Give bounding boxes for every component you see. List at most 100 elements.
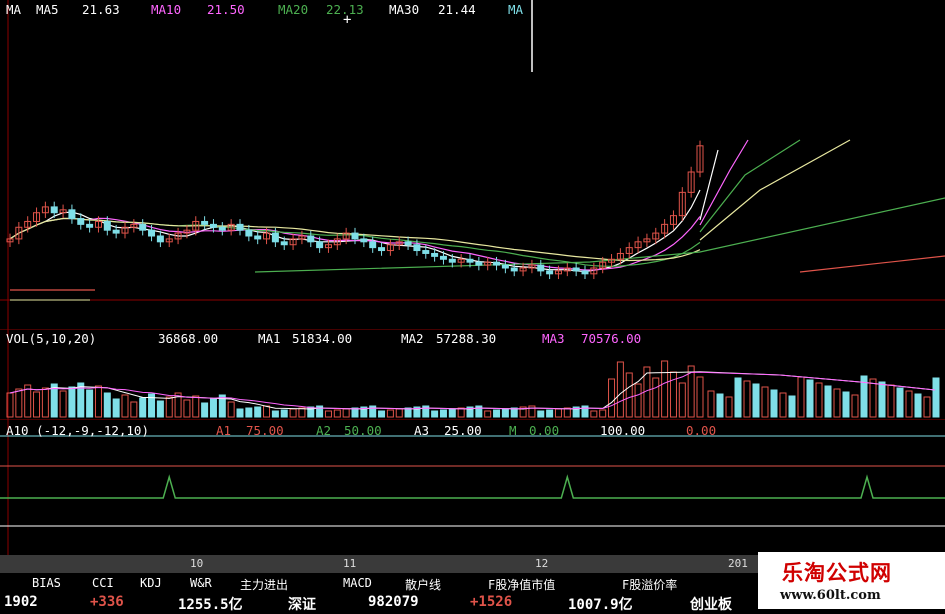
volume-bar [842, 391, 850, 418]
volume-bar [806, 379, 814, 418]
m-value: 0.00 [529, 423, 560, 438]
candle-body [236, 223, 244, 231]
volume-bar [833, 388, 841, 418]
candle-body [209, 223, 217, 228]
candle-body [280, 241, 288, 246]
level-0: 0.00 [686, 423, 717, 438]
volume-bar [103, 392, 111, 418]
candle-body [139, 223, 147, 231]
candle-body [413, 244, 421, 252]
ma30-ext [699, 139, 851, 241]
volume-bar [716, 393, 724, 418]
volume-bar [121, 394, 129, 418]
volume-bar [770, 389, 778, 418]
candle-body [351, 232, 359, 240]
volume-bar [209, 398, 217, 418]
ma-label: MA [6, 2, 22, 17]
volume-bar [156, 400, 164, 418]
volume-bar [824, 385, 832, 418]
price-chart[interactable]: + [0, 0, 945, 330]
vol-title: VOL(5,10,20) [6, 331, 97, 346]
ma10-label: MA10 [151, 2, 182, 17]
tab-f-premium[interactable]: F股溢价率 [622, 576, 677, 593]
status-sh-index: 1902 [4, 594, 38, 610]
tab-f-nav[interactable]: F股净值市值 [488, 576, 555, 593]
tab-bias[interactable]: BIAS [32, 576, 61, 590]
candle-body [254, 235, 262, 240]
candle-body [510, 267, 518, 272]
volume-bar [707, 390, 715, 418]
tab-wr[interactable]: W&R [190, 576, 212, 590]
volume-bar [236, 408, 244, 418]
volume-bar [634, 383, 642, 418]
indicator-tab-bar: BIAS CCI KDJ W&R 主力进出 MACD 散户线 F股净值市值 F股… [0, 573, 760, 593]
volume-bar [183, 399, 191, 418]
time-label-10: 10 [190, 557, 204, 570]
volume-bar [271, 410, 279, 418]
vol-ma1-value: 51834.00 [292, 331, 353, 346]
candle-body [103, 220, 111, 231]
volume-bar [743, 380, 751, 418]
volume-bar [298, 407, 306, 418]
status-sz-label[interactable]: 深证 [288, 594, 316, 614]
candle-body [537, 264, 545, 272]
volume-bar [501, 408, 509, 418]
vol-ma3-value: 70576.00 [581, 331, 642, 346]
candle-body [50, 206, 58, 214]
tab-macd[interactable]: MACD [343, 576, 372, 590]
candle-body [431, 252, 439, 257]
ma20-ext [699, 139, 801, 233]
time-axis: 10 11 12 201 [0, 555, 760, 573]
volume-bar [165, 396, 173, 418]
volume-bar [280, 409, 288, 418]
volume-bar [608, 378, 616, 418]
time-label-year: 201 [728, 557, 748, 570]
a10-signal-line [0, 474, 945, 499]
volume-bar [815, 382, 823, 418]
candle-body [307, 235, 315, 243]
ma10-ext [699, 139, 749, 226]
status-gem-label[interactable]: 创业板 [690, 594, 732, 614]
volume-bar [696, 376, 704, 418]
volume-bar [41, 387, 49, 418]
tab-kdj[interactable]: KDJ [140, 576, 162, 590]
status-sh-amount: 1255.5亿 [178, 597, 243, 613]
volume-bar [590, 410, 598, 418]
volume-bar [386, 409, 394, 418]
ma-legend: MA MA5 21.63 MA10 21.50 MA20 22.13 MA30 … [6, 3, 536, 17]
volume-bar [263, 405, 271, 418]
candle-body [422, 250, 430, 254]
ma30-label: MA30 [389, 2, 420, 17]
indicator-chart[interactable] [0, 420, 945, 555]
volume-bar [324, 410, 332, 418]
vol-ma2-value: 57288.30 [436, 331, 497, 346]
volume-bar [395, 408, 403, 418]
tab-main-force[interactable]: 主力进出 [240, 576, 288, 593]
a1-value: 75.00 [246, 423, 284, 438]
candle-body [316, 241, 324, 249]
volume-bar [15, 388, 23, 418]
volume-bar [484, 410, 492, 418]
status-sz-index: 982079 [368, 594, 419, 610]
vol-value: 36868.00 [158, 331, 219, 346]
volume-bar [896, 387, 904, 418]
volume-bar [33, 391, 41, 418]
volume-bar [788, 395, 796, 418]
volume-bar [537, 410, 545, 418]
candle-body [245, 229, 253, 237]
tab-cci[interactable]: CCI [92, 576, 114, 590]
vol-ma1-label: MA1 [258, 331, 281, 346]
ma20-value: 22.13 [326, 2, 364, 17]
candle-body [77, 218, 85, 225]
volume-bar [678, 382, 686, 418]
watermark-url: www.60lt.com [780, 588, 881, 603]
volume-bar [86, 389, 94, 418]
a1-label: A1 [216, 423, 232, 438]
candle-body [156, 235, 164, 243]
level-100: 100.00 [600, 423, 646, 438]
tab-retail-line[interactable]: 散户线 [405, 576, 441, 593]
a2-label: A2 [316, 423, 332, 438]
volume-bar [254, 406, 262, 418]
volume-bar [779, 392, 787, 418]
volume-bar [851, 394, 859, 418]
